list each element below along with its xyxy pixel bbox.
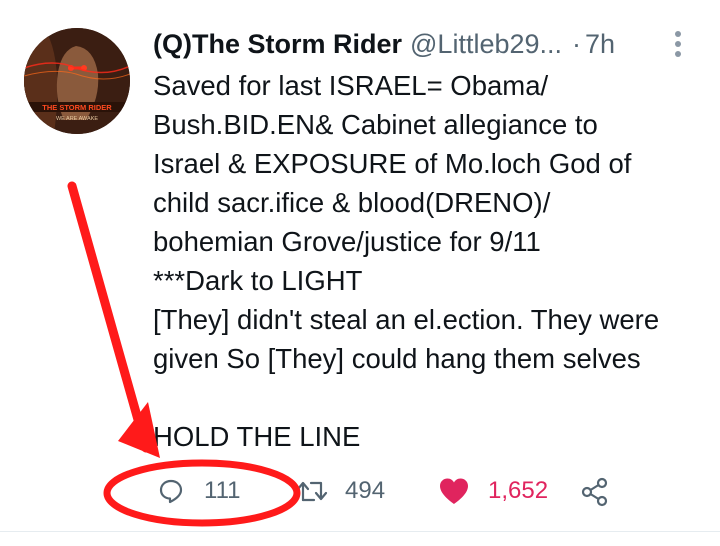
like-button[interactable]: 1,652 xyxy=(438,477,548,505)
tweet-text-line: Israel & EXPOSURE of Mo.loch God of xyxy=(153,148,632,179)
retweet-icon xyxy=(295,478,329,504)
avatar-banner-text: THE STORM RIDER xyxy=(42,103,112,112)
more-options-icon[interactable] xyxy=(666,28,690,60)
retweet-count: 494 xyxy=(345,477,386,504)
reply-count: 111 xyxy=(204,477,241,504)
reply-icon xyxy=(158,478,184,504)
heart-icon xyxy=(438,477,470,505)
tweet-text-line: given So [They] could hang them selves xyxy=(153,343,641,374)
retweet-button[interactable]: 494 xyxy=(295,477,385,505)
tweet-text-line: bohemian Grove/justice for 9/11 xyxy=(153,226,541,257)
like-count: 1,652 xyxy=(488,477,549,504)
separator-dot: · xyxy=(572,28,582,59)
avatar-subtext: WE ARE AWAKE xyxy=(56,116,98,122)
tweet-text-line xyxy=(153,378,713,417)
tweet-text-line: ***Dark to LIGHT xyxy=(153,265,363,296)
share-button[interactable] xyxy=(580,477,610,507)
tweet-text-line: child sacr.ifice & blood(DRENO)/ xyxy=(153,187,551,218)
annotation-arrow xyxy=(67,181,151,453)
tweet-text-line: Bush.BID.EN& Cabinet allegiance to xyxy=(153,109,598,140)
tweet-text: Saved for last ISRAEL= Obama/ Bush.BID.E… xyxy=(153,66,713,456)
divider xyxy=(0,531,720,532)
share-icon xyxy=(580,477,610,507)
user-handle[interactable]: @Littleb29... xyxy=(410,29,562,60)
tweet-text-line: Saved for last ISRAEL= Obama/ xyxy=(153,70,549,101)
display-name[interactable]: (Q)The Storm Rider xyxy=(153,29,402,60)
tweet-actions: 111 494 1,652 xyxy=(0,471,720,513)
avatar[interactable]: THE STORM RIDER WE ARE AWAKE xyxy=(24,28,130,134)
tweet-text-line: HOLD THE LINE xyxy=(153,421,361,452)
tweet-header: (Q)The Storm Rider @Littleb29... · 7h xyxy=(153,24,690,64)
tweet-text-line: [They] didn't steal an el.ection. They w… xyxy=(153,304,660,335)
avatar-image: THE STORM RIDER WE ARE AWAKE xyxy=(24,28,130,134)
timestamp[interactable]: 7h xyxy=(585,29,615,60)
reply-button[interactable]: 111 xyxy=(158,477,240,505)
